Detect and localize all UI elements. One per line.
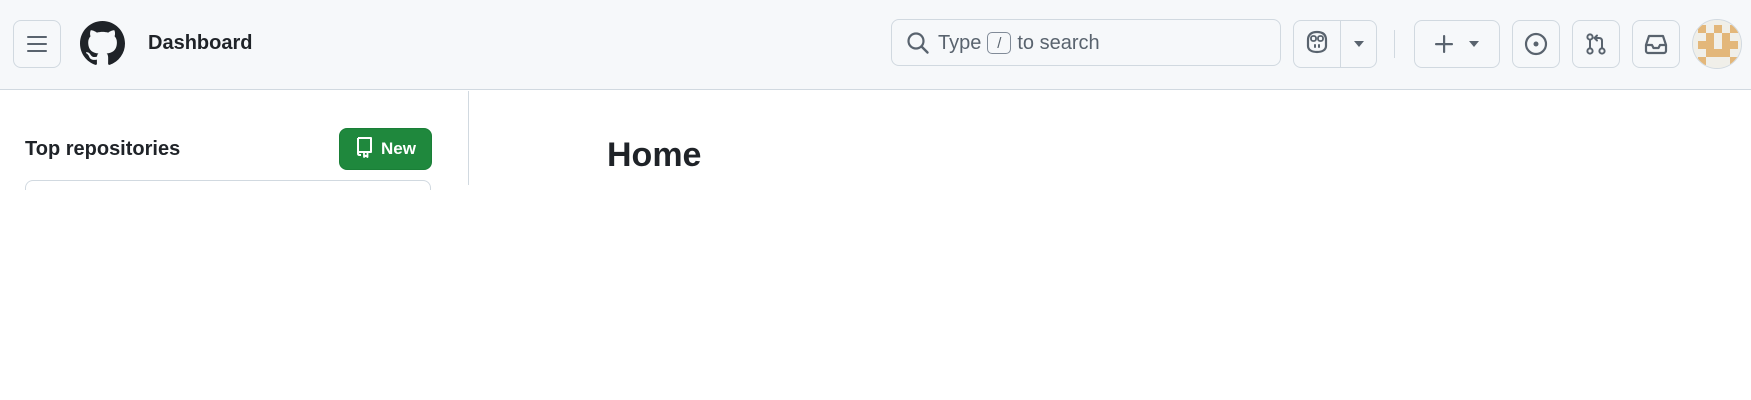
search-input[interactable]: Type / to search xyxy=(891,19,1281,66)
copilot-button-group xyxy=(1293,20,1377,68)
search-placeholder-suffix: to search xyxy=(1017,32,1100,54)
top-repositories-heading: Top repositories xyxy=(25,138,181,160)
github-home-link[interactable] xyxy=(80,21,125,66)
repository-list-panel xyxy=(25,180,431,190)
hamburger-icon xyxy=(26,34,48,54)
page-title: Home xyxy=(607,136,702,174)
copilot-button[interactable] xyxy=(1294,21,1341,67)
global-header: Dashboard Type / to search xyxy=(0,0,1751,90)
search-icon xyxy=(906,31,930,61)
search-placeholder-prefix: Type xyxy=(938,32,982,54)
create-new-button[interactable] xyxy=(1414,20,1500,68)
inbox-icon xyxy=(1644,33,1668,55)
identicon-avatar xyxy=(1693,20,1741,68)
git-pull-request-icon xyxy=(1584,32,1608,56)
new-button-label: New xyxy=(381,139,416,158)
copilot-icon xyxy=(1304,30,1330,59)
header-divider xyxy=(1394,30,1395,58)
dashboard-sidebar: Top repositories New xyxy=(0,91,469,190)
repo-icon xyxy=(355,136,373,163)
new-repository-button[interactable]: New xyxy=(339,128,432,170)
github-mark-icon xyxy=(80,21,125,70)
inbox-button[interactable] xyxy=(1632,20,1680,68)
issue-opened-icon xyxy=(1524,32,1548,56)
triangle-down-icon xyxy=(1353,35,1365,53)
issues-button[interactable] xyxy=(1512,20,1560,68)
copilot-menu-button[interactable] xyxy=(1341,21,1376,67)
search-shortcut-key: / xyxy=(987,32,1012,54)
triangle-down-icon xyxy=(1468,40,1480,48)
plus-icon xyxy=(1434,34,1454,54)
user-avatar[interactable] xyxy=(1692,19,1742,69)
search-placeholder: Type / to search xyxy=(938,32,1100,54)
context-title[interactable]: Dashboard xyxy=(148,30,252,56)
pull-requests-button[interactable] xyxy=(1572,20,1620,68)
open-menu-button[interactable] xyxy=(13,20,61,68)
